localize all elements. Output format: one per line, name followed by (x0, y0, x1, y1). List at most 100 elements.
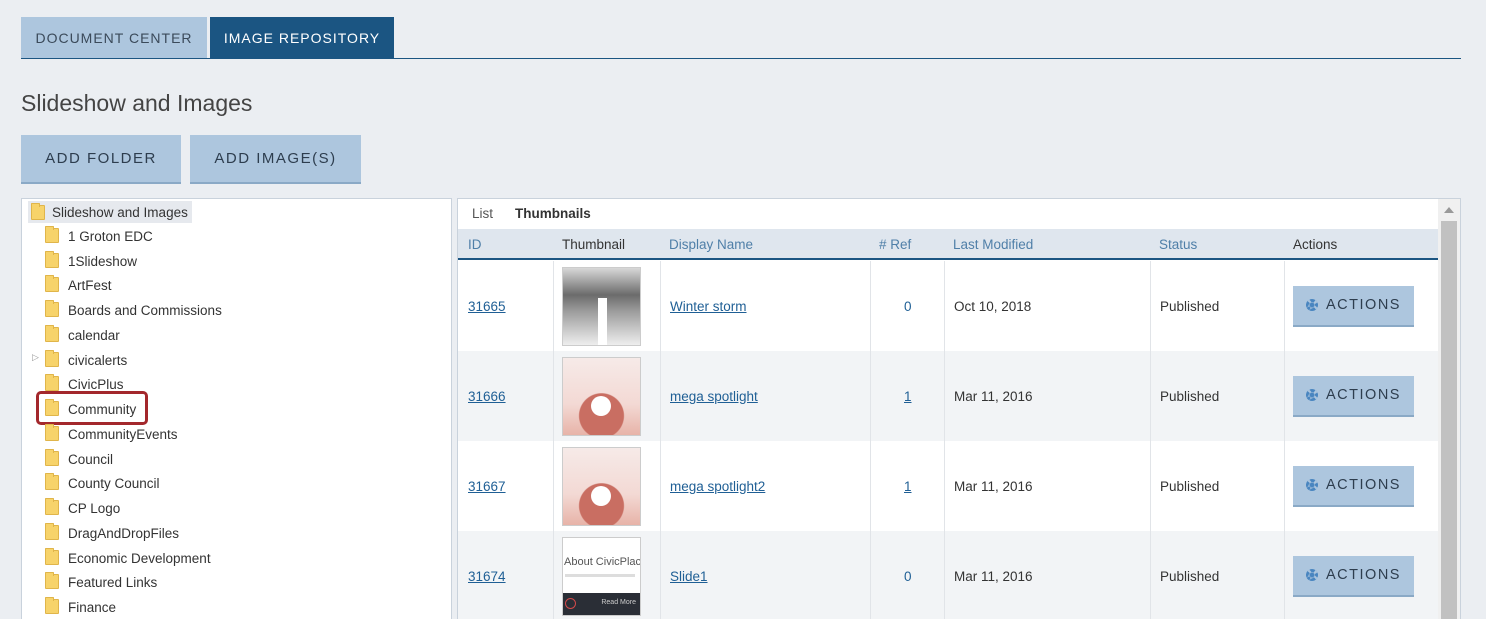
tab-image-repository[interactable]: IMAGE REPOSITORY (210, 17, 394, 58)
tree-item[interactable]: civicalerts (43, 349, 127, 371)
tree-item-label: civicalerts (68, 352, 128, 368)
tree-root-folder[interactable]: Slideshow and Images (28, 201, 192, 223)
image-id-link[interactable]: 31665 (468, 299, 506, 314)
actions-button[interactable]: ACTIONS (1293, 285, 1414, 327)
actions-button[interactable]: ACTIONS (1293, 375, 1414, 417)
view-thumbnails-link[interactable]: Thumbnails (515, 206, 591, 221)
folder-open-icon (31, 203, 45, 220)
tree-item-label: 1Slideshow (68, 253, 138, 269)
folder-icon (45, 572, 59, 589)
add-folder-button[interactable]: ADD FOLDER (21, 135, 181, 184)
folder-icon (45, 226, 59, 243)
slide-thumb-title: About CivicPlac (564, 555, 641, 568)
ref-count: 0 (904, 568, 912, 584)
mega-spotlight-thumbnail[interactable] (562, 356, 641, 436)
mega-spotlight-thumbnail[interactable] (562, 446, 641, 526)
folder-icon (45, 275, 59, 292)
actions-label: ACTIONS (1326, 387, 1401, 403)
tree-item[interactable]: Finance (43, 596, 116, 618)
tree-item[interactable]: ArtFest (43, 274, 112, 296)
display-name-link[interactable]: mega spotlight (670, 389, 758, 404)
tree-item-label: Finance (68, 599, 117, 615)
vertical-scrollbar[interactable] (1438, 199, 1460, 619)
folder-tree: Slideshow and Images 1 Groton EDC 1Slide… (21, 198, 452, 619)
column-header-status[interactable]: Status (1159, 237, 1197, 252)
tree-item-label: County Council (68, 475, 160, 491)
tree-item[interactable]: CommunityEvents (43, 423, 178, 445)
gear-icon (1306, 299, 1319, 311)
folder-icon (45, 597, 59, 614)
page-title: Slideshow and Images (21, 90, 253, 116)
tree-item[interactable]: Boards and Commissions (43, 299, 222, 321)
slide-thumb-button: Read More (601, 598, 636, 606)
status-text: Published (1160, 298, 1220, 314)
table-row: 31666 mega spotlight 1 Mar 11, 2016 Publ… (458, 351, 1438, 441)
tree-item[interactable]: Featured Links (43, 571, 157, 593)
column-header-id[interactable]: ID (468, 237, 482, 252)
status-text: Published (1160, 388, 1220, 404)
ref-count-link[interactable]: 1 (904, 389, 912, 404)
tree-item[interactable]: 1 Groton EDC (43, 225, 153, 247)
gear-icon (1306, 389, 1319, 401)
ref-count-link[interactable]: 1 (904, 479, 912, 494)
folder-icon (45, 498, 59, 515)
tree-item[interactable]: DragAndDropFiles (43, 522, 179, 544)
image-grid-panel: List Thumbnails ID Thumbnail Display Nam… (457, 198, 1461, 619)
display-name-link[interactable]: Slide1 (670, 569, 708, 584)
display-name-link[interactable]: mega spotlight2 (670, 479, 765, 494)
tree-item-label: Economic Development (68, 550, 211, 566)
slide-thumb-subtitle (565, 573, 635, 577)
actions-button[interactable]: ACTIONS (1293, 465, 1414, 507)
column-header-last-modified[interactable]: Last Modified (953, 237, 1033, 252)
tab-bar: DOCUMENT CENTER IMAGE REPOSITORY (21, 17, 1461, 59)
scrollbar-thumb[interactable] (1441, 221, 1457, 619)
tree-item-label: Featured Links (68, 574, 158, 590)
tree-item-label: CommunityEvents (68, 426, 178, 442)
gear-icon (1306, 479, 1319, 491)
table-row: 31674 About CivicPlac Read More Slide1 0… (458, 531, 1438, 619)
tree-item-label: ArtFest (68, 277, 112, 293)
expand-arrow-icon[interactable]: ▷ (32, 352, 39, 363)
tree-item-label: DragAndDropFiles (68, 525, 180, 541)
image-id-link[interactable]: 31666 (468, 389, 506, 404)
status-text: Published (1160, 478, 1220, 494)
image-id-link[interactable]: 31674 (468, 569, 506, 584)
tree-item-label: 1 Groton EDC (68, 228, 153, 244)
tree-item[interactable]: Economic Development (43, 547, 211, 569)
folder-icon (45, 473, 59, 490)
tree-item-label: Boards and Commissions (68, 302, 222, 318)
tree-root-label: Slideshow and Images (52, 204, 188, 220)
folder-icon (45, 424, 59, 441)
folder-icon (45, 325, 59, 342)
folder-icon (45, 449, 59, 466)
slide-thumbnail[interactable]: About CivicPlac Read More (562, 536, 641, 616)
slide-thumb-bar: Read More (563, 592, 640, 615)
column-header-display-name[interactable]: Display Name (669, 237, 753, 252)
last-modified: Mar 11, 2016 (954, 568, 1033, 584)
gear-icon (1306, 569, 1319, 581)
folder-icon (45, 374, 59, 391)
tree-item[interactable]: County Council (43, 472, 160, 494)
add-images-button[interactable]: ADD IMAGE(S) (190, 135, 361, 184)
scroll-up-arrow-icon[interactable] (1444, 207, 1454, 213)
tree-item[interactable]: calendar (43, 324, 120, 346)
display-name-link[interactable]: Winter storm (670, 299, 747, 314)
tree-item[interactable]: Council (43, 448, 113, 470)
view-list-link[interactable]: List (472, 206, 493, 221)
view-toggle: List Thumbnails (472, 206, 591, 221)
image-id-link[interactable]: 31667 (468, 479, 506, 494)
tree-item-label: CP Logo (68, 500, 121, 516)
actions-label: ACTIONS (1326, 297, 1401, 313)
folder-icon (45, 251, 59, 268)
actions-label: ACTIONS (1326, 477, 1401, 493)
column-header-ref[interactable]: # Ref (879, 237, 911, 252)
tab-document-center[interactable]: DOCUMENT CENTER (21, 17, 207, 58)
tree-item[interactable]: 1Slideshow (43, 250, 137, 272)
status-text: Published (1160, 568, 1220, 584)
last-modified: Mar 11, 2016 (954, 478, 1033, 494)
actions-label: ACTIONS (1326, 567, 1401, 583)
winter-storm-thumbnail[interactable] (562, 266, 641, 346)
table-row: 31667 mega spotlight2 1 Mar 11, 2016 Pub… (458, 441, 1438, 531)
actions-button[interactable]: ACTIONS (1293, 555, 1414, 597)
tree-item[interactable]: CP Logo (43, 497, 120, 519)
